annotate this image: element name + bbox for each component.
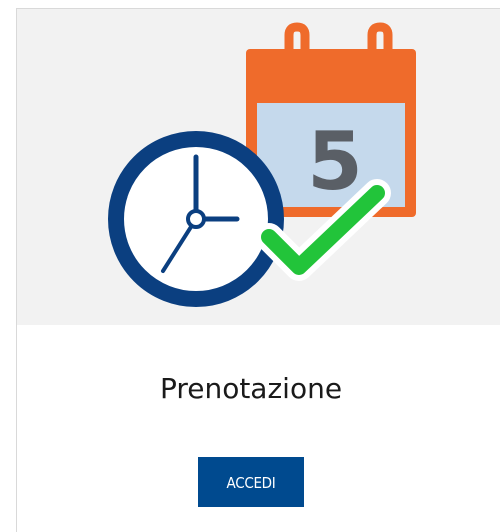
calendar-day-number: 5 — [307, 115, 363, 208]
clock-icon — [108, 131, 284, 307]
service-card: 5 Prenotazione ACCEDI — [16, 8, 500, 532]
accedi-button[interactable]: ACCEDI — [198, 457, 304, 507]
card-action: ACCEDI — [1, 457, 500, 507]
card-illustration: 5 — [17, 9, 500, 325]
card-title: Prenotazione — [159, 372, 343, 405]
